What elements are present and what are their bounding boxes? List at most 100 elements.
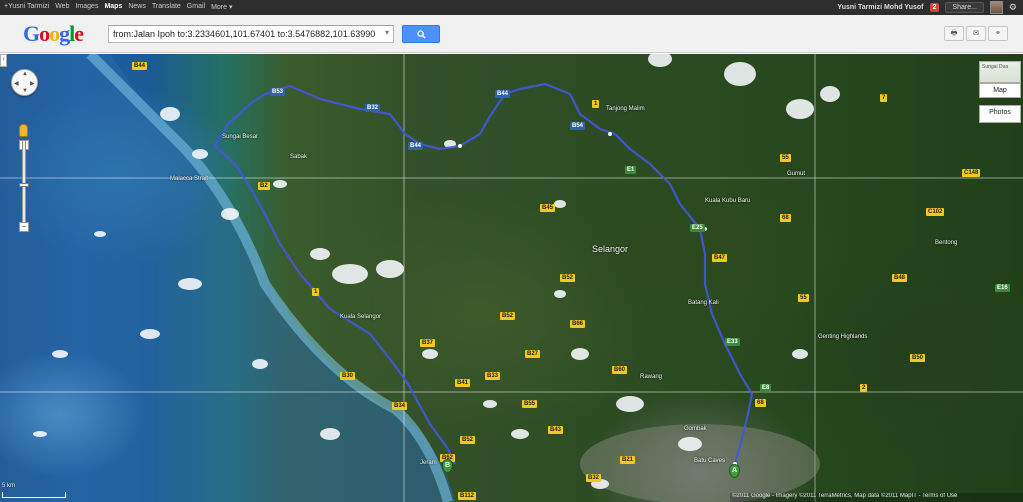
- road-label: 7: [880, 94, 888, 102]
- place-label: Sungai Besar: [222, 134, 259, 140]
- street-view-pegman-icon[interactable]: [19, 124, 28, 137]
- route-waypoint[interactable]: [458, 144, 462, 148]
- road-label: B30: [340, 372, 356, 380]
- road-label: E8: [760, 384, 772, 392]
- mail-icon: ✉: [973, 30, 979, 37]
- place-label: Sabak: [290, 154, 308, 160]
- map-canvas[interactable]: Selangor Batu Caves Gombak Bentong Kuala…: [0, 54, 1023, 502]
- road-label: B44: [132, 62, 148, 70]
- google-logo[interactable]: Google: [23, 21, 84, 47]
- print-button[interactable]: 🖶: [944, 26, 964, 41]
- road-label: B34: [392, 402, 408, 410]
- user-name[interactable]: Yusni Tarmizi Mohd Yusof: [837, 4, 923, 11]
- gbar-link-gmail[interactable]: Gmail: [187, 3, 205, 11]
- place-label: Gumut: [787, 171, 806, 177]
- road-label: B55: [522, 400, 538, 408]
- gbar-link-web[interactable]: Web: [55, 3, 69, 11]
- road-label: B66: [570, 320, 586, 328]
- road-label: B44: [495, 90, 511, 98]
- route-waypoint[interactable]: [608, 132, 612, 136]
- gbar-link-news[interactable]: News: [128, 3, 146, 11]
- maps-header: Google from:Jalan Ipoh to:3.2334601,101.…: [0, 15, 1023, 53]
- road-label: B53: [270, 88, 286, 96]
- road-label: 68: [755, 399, 766, 407]
- collapse-panel-button[interactable]: ›: [0, 54, 7, 67]
- link-button[interactable]: ⚭: [988, 26, 1008, 41]
- road-label: B43: [548, 426, 564, 434]
- road-label: B41: [455, 379, 471, 387]
- road-label: E25: [690, 224, 705, 232]
- road-label: E1: [625, 166, 637, 174]
- road-label: 55: [798, 294, 809, 302]
- search-button[interactable]: [402, 25, 440, 43]
- place-label: Tanjong Malim: [606, 106, 645, 112]
- road-label: B45: [540, 204, 556, 212]
- gbar-link-images[interactable]: Images: [75, 3, 98, 11]
- road-label: B112: [458, 492, 477, 500]
- share-button[interactable]: Share...: [945, 2, 984, 13]
- scale-bar: [2, 492, 66, 498]
- place-label: Jeram: [420, 460, 437, 466]
- chevron-right-icon: ›: [2, 57, 5, 63]
- gbar-nav: +Yusni Tarmizi Web Images Maps News Tran…: [4, 3, 233, 11]
- place-label: Malacca Strait: [170, 176, 209, 182]
- road-label: B27: [525, 350, 541, 358]
- zoom-out-button[interactable]: −: [19, 222, 29, 232]
- road-label: 1: [592, 100, 600, 108]
- photos-button[interactable]: Photos: [979, 105, 1021, 123]
- scale-label: 5 km: [2, 483, 16, 489]
- place-label: Kuala Kubu Baru: [705, 198, 751, 204]
- road-label: 68: [780, 214, 791, 222]
- pan-right-icon[interactable]: ▶: [30, 80, 35, 87]
- road-label: B33: [485, 372, 501, 380]
- sea-area: [0, 54, 455, 502]
- gbar-link-maps[interactable]: Maps: [104, 3, 122, 11]
- map-overlay: [0, 54, 1023, 502]
- gear-icon[interactable]: ⚙: [1009, 2, 1017, 13]
- chevron-down-icon[interactable]: ▾: [382, 28, 389, 37]
- road-label: E16: [995, 284, 1010, 292]
- road-label: B54: [570, 122, 586, 130]
- gbar-link-more[interactable]: More ▾: [211, 3, 232, 11]
- road-label: B50: [910, 354, 926, 362]
- place-label: Kuala Selangor: [340, 314, 382, 320]
- link-icon: ⚭: [995, 30, 1001, 37]
- notification-count[interactable]: 2: [929, 3, 940, 12]
- road-label: B52: [460, 436, 476, 444]
- gbar-link-translate[interactable]: Translate: [152, 3, 181, 11]
- gbar-account: Yusni Tarmizi Mohd Yusof 2 Share... ⚙: [837, 1, 1017, 14]
- road-label: B48: [892, 274, 908, 282]
- road-label: B60: [612, 366, 628, 374]
- zoom-slider-handle[interactable]: [19, 183, 29, 187]
- pan-down-icon[interactable]: ▼: [22, 88, 28, 94]
- road-label: B32: [586, 474, 602, 482]
- road-label: E33: [725, 338, 740, 346]
- map-type-control: Sungai Dua Map Photos: [979, 61, 1021, 123]
- road-label: B52: [560, 274, 576, 282]
- thumbnail-label: Sungai Dua: [982, 64, 1009, 70]
- marker-letter: B: [444, 462, 451, 469]
- road-label: 55: [780, 154, 791, 162]
- pan-up-icon[interactable]: ▲: [22, 71, 28, 77]
- road-label: B47: [712, 254, 728, 262]
- road-label: B2: [258, 182, 270, 190]
- map-attribution[interactable]: ©2011 Google - Imagery ©2011 TerraMetric…: [730, 493, 1023, 502]
- road-label: C148: [962, 169, 981, 177]
- road-label: B21: [620, 456, 636, 464]
- print-icon: 🖶: [950, 30, 958, 37]
- gbar-link-profile[interactable]: +Yusni Tarmizi: [4, 3, 49, 11]
- map-type-button[interactable]: Map: [979, 83, 1021, 98]
- pan-control[interactable]: ▲ ▼ ◀ ▶: [11, 69, 38, 96]
- search-input[interactable]: from:Jalan Ipoh to:3.2334601,101.67401 t…: [108, 25, 394, 43]
- google-bar: +Yusni Tarmizi Web Images Maps News Tran…: [0, 0, 1023, 15]
- map-type-thumbnail[interactable]: Sungai Dua: [979, 61, 1021, 83]
- road-label: B32: [365, 104, 381, 112]
- email-button[interactable]: ✉: [966, 26, 986, 41]
- road-label: C102: [926, 208, 945, 216]
- road-label: 1: [312, 288, 320, 296]
- place-label: Bentong: [935, 240, 958, 246]
- search-input-value: from:Jalan Ipoh to:3.2334601,101.67401 t…: [113, 29, 376, 39]
- photos-label: Photos: [989, 109, 1011, 116]
- pan-left-icon[interactable]: ◀: [14, 80, 19, 87]
- avatar[interactable]: [989, 1, 1003, 14]
